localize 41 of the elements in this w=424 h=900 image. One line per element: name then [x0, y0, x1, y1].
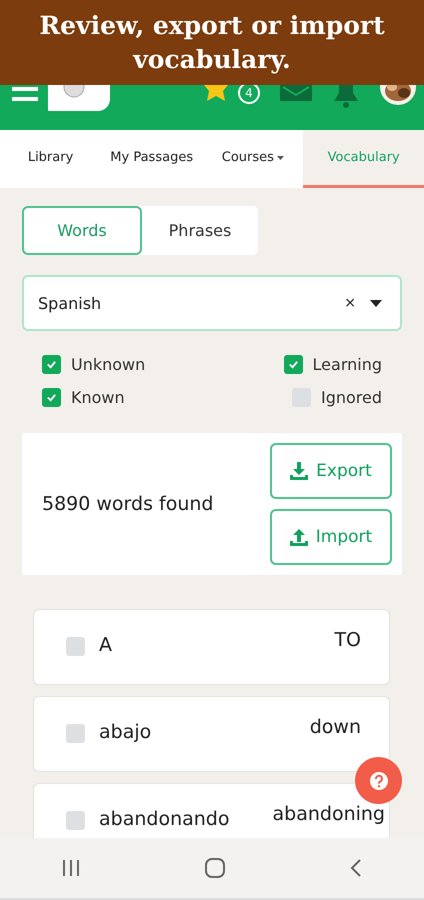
- checkbox[interactable]: [66, 811, 85, 830]
- checkbox[interactable]: [42, 388, 61, 407]
- star-icon[interactable]: [204, 85, 228, 101]
- bell-icon[interactable]: [332, 85, 360, 109]
- filter-label: Known: [71, 388, 125, 407]
- dropdown-caret-icon[interactable]: [370, 300, 382, 306]
- word-translation: abandoning: [272, 803, 385, 825]
- clear-button[interactable]: ×: [344, 295, 356, 311]
- checkbox[interactable]: [284, 355, 303, 374]
- filter-label: Ignored: [320, 388, 382, 407]
- download-icon: [290, 462, 308, 480]
- recent-apps-icon[interactable]: [62, 860, 80, 876]
- back-icon[interactable]: [350, 859, 362, 877]
- word-term: abajo: [99, 721, 152, 743]
- streak-count: 4: [238, 85, 260, 104]
- language-select[interactable]: Spanish ×: [22, 275, 402, 331]
- filter-label: Unknown: [71, 355, 146, 374]
- upload-icon: [290, 528, 308, 546]
- word-card[interactable]: A TO: [33, 609, 390, 685]
- checkbox[interactable]: [66, 724, 85, 743]
- results-count: 5890 words found: [42, 493, 214, 515]
- caption-banner: Review, export or import vocabulary.: [0, 0, 424, 85]
- word-card[interactable]: abandonando abandoning: [33, 783, 390, 838]
- word-term: A: [99, 634, 113, 656]
- word-term: abandonando: [99, 808, 230, 830]
- checkbox[interactable]: [42, 355, 61, 374]
- select-value: Spanish: [38, 294, 102, 312]
- home-icon[interactable]: [204, 858, 225, 878]
- word-translation: down: [310, 716, 361, 738]
- mail-icon[interactable]: [280, 85, 312, 101]
- mode-tab[interactable]: Words: [22, 206, 142, 255]
- check-icon: [288, 359, 299, 370]
- logo-icon[interactable]: [48, 85, 110, 111]
- word-card[interactable]: abajo down: [33, 696, 390, 772]
- checkbox[interactable]: [66, 637, 85, 656]
- check-icon: [46, 392, 57, 403]
- filter-label: Learning: [312, 355, 382, 374]
- menu-icon[interactable]: [12, 87, 38, 101]
- question-icon: [370, 772, 388, 790]
- word-translation: TO: [334, 629, 361, 651]
- check-icon: [46, 359, 57, 370]
